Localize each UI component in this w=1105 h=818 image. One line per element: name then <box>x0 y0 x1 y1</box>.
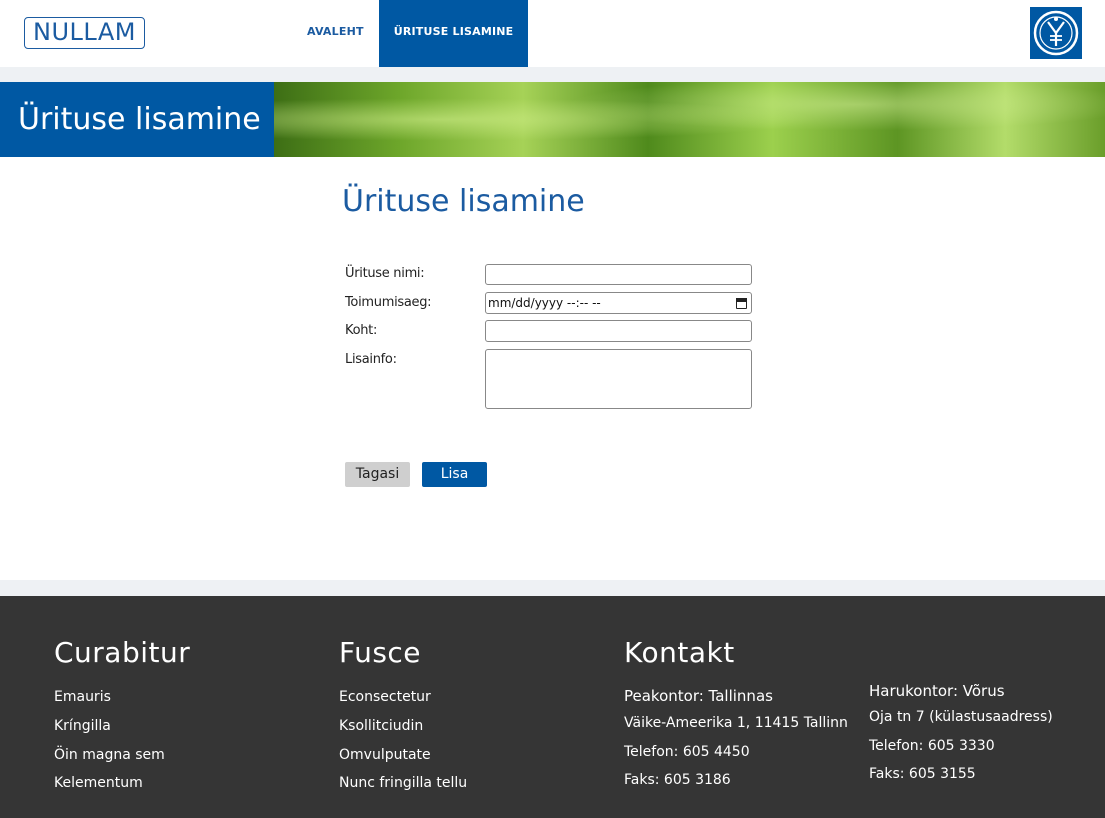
footer-link[interactable]: Kríngilla <box>54 718 111 734</box>
main-office-address: Väike-Ameerika 1, 11415 Tallinn <box>624 715 848 731</box>
logo[interactable]: NULLAM <box>24 17 145 49</box>
back-button[interactable]: Tagasi <box>345 462 410 487</box>
footer-divider <box>0 580 1105 596</box>
footer-heading-fusce: Fusce <box>339 636 422 669</box>
footer-link[interactable]: Ksollitciudin <box>339 718 423 734</box>
nav-item-urituse-lisamine[interactable]: ÜRITUSE LISAMINE <box>378 0 529 67</box>
event-name-label: Ürituse nimi: <box>345 266 425 281</box>
footer-link[interactable]: Nunc fringilla tellu <box>339 775 467 791</box>
footer-heading-curabitur: Curabitur <box>54 636 191 669</box>
info-textarea[interactable] <box>485 349 752 409</box>
site-footer: Curabitur Emauris Kríngilla Öin magna se… <box>0 596 1105 818</box>
header-divider <box>0 67 1105 82</box>
main-office-fax: Faks: 605 3186 <box>624 772 731 788</box>
hero-banner: Ürituse lisamine <box>0 82 1105 157</box>
footer-heading-kontakt: Kontakt <box>624 636 735 669</box>
event-name-input[interactable] <box>485 264 752 285</box>
footer-link[interactable]: Omvulputate <box>339 747 431 763</box>
main-office-title: Peakontor: Tallinnas <box>624 687 773 705</box>
main-office-phone: Telefon: 605 4450 <box>624 744 750 760</box>
datetime-label: Toimumisaeg: <box>345 295 432 310</box>
nav-item-avaleht[interactable]: AVALEHT <box>292 0 379 67</box>
place-label: Koht: <box>345 323 378 338</box>
emblem-icon <box>1030 7 1082 59</box>
footer-link[interactable]: Kelementum <box>54 775 143 791</box>
branch-office-fax: Faks: 605 3155 <box>869 766 976 782</box>
main-nav: AVALEHT ÜRITUSE LISAMINE <box>292 0 529 67</box>
footer-link[interactable]: Econsectetur <box>339 689 431 705</box>
datetime-placeholder: mm/dd/yyyy --:-- -- <box>488 296 601 310</box>
page-title: Ürituse lisamine <box>342 184 585 219</box>
datetime-input[interactable]: mm/dd/yyyy --:-- -- <box>485 292 752 314</box>
place-input[interactable] <box>485 320 752 342</box>
branch-office-address: Oja tn 7 (külastusaadress) <box>869 709 1053 725</box>
info-label: Lisainfo: <box>345 352 397 367</box>
footer-link[interactable]: Öin magna sem <box>54 747 165 763</box>
site-header: NULLAM AVALEHT ÜRITUSE LISAMINE <box>0 0 1105 67</box>
calendar-icon[interactable] <box>736 297 747 309</box>
add-button[interactable]: Lisa <box>422 462 487 487</box>
grass-banner-image <box>274 82 1105 157</box>
branch-office-phone: Telefon: 605 3330 <box>869 738 995 754</box>
hero-title: Ürituse lisamine <box>0 82 274 157</box>
footer-link[interactable]: Emauris <box>54 689 111 705</box>
branch-office-title: Harukontor: Võrus <box>869 682 1005 700</box>
